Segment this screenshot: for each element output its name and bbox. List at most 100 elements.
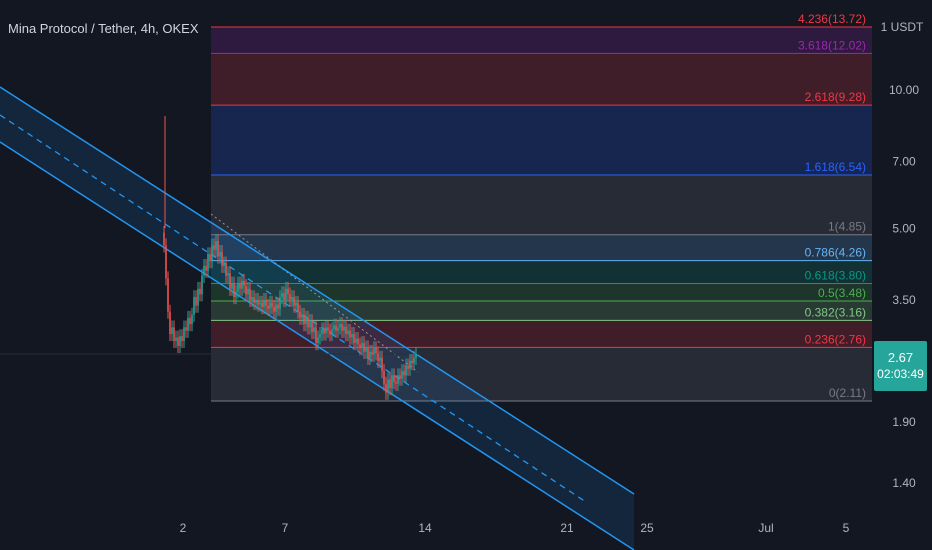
- candle: [353, 334, 355, 344]
- candle: [277, 304, 279, 309]
- candle: [243, 280, 245, 287]
- candle: [245, 286, 247, 295]
- candle: [267, 305, 269, 309]
- candle: [395, 382, 397, 384]
- candle: [209, 254, 211, 262]
- candle: [239, 283, 241, 289]
- candle: [255, 299, 257, 303]
- candle: [281, 293, 283, 298]
- price-chart[interactable]: 4.236(13.72) 3.618(12.02) 2.618(9.28) 1.618…: [0, 0, 932, 550]
- candle: [217, 241, 219, 257]
- candle: [365, 347, 367, 352]
- candle: [399, 375, 401, 379]
- candle: [253, 297, 255, 303]
- candle: [373, 348, 375, 355]
- candle: [231, 283, 233, 289]
- fib-level-label: 3.618(12.02): [798, 38, 866, 52]
- candle: [179, 336, 181, 346]
- candle: [257, 299, 259, 305]
- candle: [295, 302, 297, 306]
- candle: [249, 288, 251, 300]
- candle: [347, 330, 349, 335]
- candle: [297, 302, 299, 312]
- candle: [241, 280, 243, 289]
- candle: [349, 330, 351, 338]
- candle: [173, 327, 175, 341]
- price-axis-tick: 10.00: [889, 83, 919, 97]
- candle: [403, 371, 405, 376]
- candle: [415, 353, 417, 358]
- time-axis-tick: 14: [418, 521, 432, 535]
- price-axis-unit: 1 USDT: [881, 20, 924, 34]
- candle: [167, 278, 169, 312]
- fib-level-label: 0.618(3.80): [805, 268, 866, 282]
- fib-zone: [211, 105, 872, 176]
- candle: [337, 327, 339, 331]
- candle: [175, 337, 177, 341]
- candle: [343, 326, 345, 331]
- time-axis-tick: 7: [282, 521, 289, 535]
- candle: [207, 254, 209, 271]
- candle: [251, 297, 253, 300]
- candle-countdown: 02:03:49: [877, 367, 924, 381]
- candle: [361, 343, 363, 349]
- candle: [211, 245, 213, 262]
- candle: [311, 320, 313, 333]
- candle: [299, 311, 301, 318]
- fib-zone: [211, 175, 872, 235]
- fib-level-label: 4.236(13.72): [798, 12, 866, 26]
- candle: [271, 302, 273, 307]
- candle: [405, 365, 407, 376]
- candle: [315, 327, 317, 344]
- fib-level-label: 1(4.85): [828, 220, 866, 234]
- candle: [367, 347, 369, 358]
- candle: [201, 275, 203, 295]
- candle: [339, 324, 341, 328]
- candle: [163, 232, 165, 246]
- candle: [199, 288, 201, 295]
- candle: [291, 297, 293, 300]
- candle: [397, 375, 399, 384]
- candle: [387, 379, 389, 393]
- candle: [375, 348, 377, 354]
- fibonacci-retracement[interactable]: 4.236(13.72) 3.618(12.02) 2.618(9.28) 1.618…: [211, 12, 872, 402]
- fib-level-label: 1.618(6.54): [805, 160, 866, 174]
- candle: [401, 371, 403, 379]
- fib-level-label: 0.5(3.48): [818, 286, 866, 300]
- candle: [379, 357, 381, 361]
- candle: [203, 265, 205, 276]
- fib-zone: [211, 53, 872, 106]
- candle: [233, 283, 235, 298]
- fib-zone: [211, 260, 872, 284]
- candle: [259, 302, 261, 305]
- current-price-badge: 2.67 02:03:49: [874, 341, 927, 391]
- candle: [171, 327, 173, 335]
- fib-level-label: 0.236(2.76): [805, 332, 866, 346]
- candle: [301, 314, 303, 318]
- candle: [407, 365, 409, 369]
- candle: [369, 351, 371, 358]
- time-axis-tick: Jul: [758, 521, 773, 535]
- candle: [331, 329, 333, 335]
- current-price-value: 2.67: [887, 350, 914, 365]
- candle: [363, 343, 365, 352]
- candle: [221, 251, 223, 266]
- candle: [289, 294, 291, 300]
- candle: [305, 317, 307, 325]
- fib-zone: [211, 27, 872, 54]
- candle: [263, 299, 265, 307]
- candle: [227, 273, 229, 276]
- candle: [325, 327, 327, 334]
- candle: [385, 383, 387, 393]
- candle: [323, 329, 325, 334]
- candle: [409, 360, 411, 369]
- candle: [341, 324, 343, 331]
- candle: [219, 251, 221, 257]
- candle: [237, 283, 239, 292]
- candle: [371, 351, 373, 355]
- candle: [285, 288, 287, 300]
- candle: [333, 325, 335, 330]
- candle: [317, 337, 319, 344]
- candle: [229, 273, 231, 289]
- candle: [359, 344, 361, 349]
